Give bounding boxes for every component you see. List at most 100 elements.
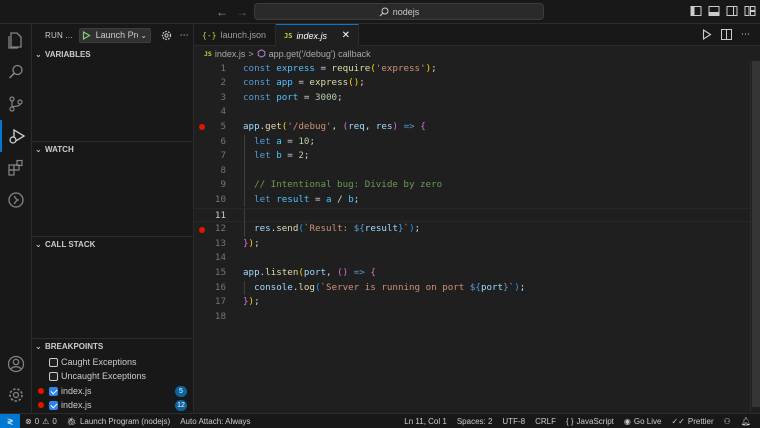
source-control-icon[interactable] [0, 88, 32, 120]
call-stack-section-header[interactable]: ⌄ CALL STACK [32, 236, 194, 252]
arrow-right-icon[interactable]: → [235, 5, 249, 19]
variables-section-header[interactable]: ⌄ VARIABLES [32, 46, 194, 62]
remote-icon[interactable] [0, 184, 32, 216]
breadcrumb-file[interactable]: index.js [215, 49, 246, 59]
remote-indicator-icon[interactable]: ≷ [0, 413, 20, 428]
breakpoint-dot-icon[interactable] [199, 226, 205, 233]
arrow-left-icon[interactable]: ← [215, 5, 229, 19]
cursor-position[interactable]: Ln 11, Col 1 [399, 417, 452, 426]
search-icon[interactable] [0, 56, 32, 88]
code-line[interactable]: 10 let result = a / b; [194, 192, 760, 208]
toggle-panel-icon[interactable] [708, 5, 720, 17]
prettier-label: Prettier [687, 417, 714, 426]
tab-index-js[interactable]: JS index.js ✕ [276, 24, 359, 46]
code-line[interactable]: 15 app.listen(port, () => { [194, 266, 760, 281]
settings-gear-icon[interactable] [0, 379, 32, 411]
problems-indicator[interactable]: ⊗ 0 ⚠ 0 [20, 417, 62, 426]
notifications-bell-icon[interactable]: 🔔︎ [736, 417, 756, 426]
breakpoint-item[interactable]: index.js 12 [32, 398, 194, 412]
extensions-icon[interactable] [0, 152, 32, 184]
indentation[interactable]: Spaces: 2 [452, 417, 498, 426]
code-line[interactable]: 6 let a = 10; [194, 134, 760, 150]
code-line[interactable]: 3 const port = 3000; [194, 91, 760, 106]
breakpoint-item[interactable]: Caught Exceptions [32, 355, 194, 369]
code-line[interactable]: 17}); [194, 295, 760, 310]
code-line[interactable]: 8 [194, 163, 760, 179]
command-center-search[interactable]: nodejs [254, 3, 544, 20]
code-line[interactable]: 7 let b = 2; [194, 149, 760, 164]
breakpoint-item[interactable]: index.js 5 [32, 384, 194, 398]
code-line[interactable]: 2 const app = express(); [194, 76, 760, 91]
layout-controls [690, 5, 756, 17]
json-file-icon: {-} [202, 30, 217, 40]
checkbox[interactable] [49, 400, 58, 410]
checkbox[interactable] [49, 357, 58, 367]
explorer-icon[interactable] [0, 24, 32, 56]
breakpoint-item[interactable]: Uncaught Exceptions [32, 369, 194, 383]
launch-config-select[interactable]: Launch Program ⌄ [78, 27, 151, 43]
split-editor-icon[interactable] [721, 29, 732, 40]
code-line[interactable]: 13}); [194, 237, 760, 252]
code-token: get [265, 120, 282, 132]
code-line[interactable]: 5 app.get('/debug', (req, res) => { [194, 120, 760, 135]
code-token: require [331, 62, 371, 74]
close-icon[interactable]: ✕ [342, 30, 350, 41]
search-icon [379, 7, 389, 16]
start-debugging-icon[interactable] [80, 30, 94, 40]
toggle-primary-sidebar-icon[interactable] [690, 5, 702, 17]
run-debug-icon[interactable] [0, 120, 32, 152]
breakpoints-title: BREAKPOINTS [45, 342, 104, 351]
run-file-icon[interactable] [702, 29, 712, 40]
encoding-label: UTF-8 [502, 417, 526, 426]
toggle-secondary-sidebar-icon[interactable] [726, 5, 738, 17]
breakpoints-section-header[interactable]: ⌄ BREAKPOINTS [32, 338, 194, 354]
code-token: = [281, 135, 299, 147]
code-editor[interactable]: 1 const express = require('express'); 2 con… [194, 61, 760, 413]
code-line[interactable]: 11 [194, 207, 760, 224]
customize-layout-icon[interactable] [744, 5, 756, 17]
code-token: res [254, 223, 271, 235]
code-line[interactable]: 9 // Intentional bug: Divide by zero [194, 178, 760, 193]
encoding[interactable]: UTF-8 [497, 417, 530, 426]
account-icon[interactable] [0, 348, 32, 380]
go-live-button[interactable]: ◉ Go Live [619, 417, 667, 426]
breadcrumb-symbol[interactable]: app.get('/debug') callback [269, 49, 371, 59]
more-actions-icon[interactable]: ⋯ [180, 30, 189, 41]
code-line[interactable]: 12 res.send(`Result: ${result}`); [194, 222, 760, 237]
code-token: const [243, 77, 277, 89]
auto-attach-status[interactable]: Auto Attach: Always [175, 417, 255, 426]
launch-config-label: Launch Program [95, 30, 138, 40]
code-text: }); [243, 295, 260, 310]
copilot-icon[interactable]: ⚇ [719, 417, 736, 426]
code-line[interactable]: 1 const express = require('express'); [194, 62, 760, 77]
editor-scrollbar[interactable] [750, 61, 760, 413]
end-of-line[interactable]: CRLF [530, 417, 561, 426]
code-line[interactable]: 18 [194, 310, 760, 325]
tab-label: launch.json [220, 30, 266, 40]
code-token: = [281, 150, 299, 162]
code-token: , [364, 120, 376, 132]
breadcrumb: JS index.js > app.get('/debug') callback [194, 46, 760, 61]
code-line[interactable]: 4 [194, 105, 760, 120]
checkbox[interactable] [49, 386, 58, 396]
language-mode[interactable]: { } JavaScript [561, 417, 619, 426]
indent-guide [244, 208, 245, 224]
code-line[interactable]: 14 [194, 251, 760, 266]
tab-launch-json[interactable]: {-} launch.json [194, 24, 276, 46]
checkbox[interactable] [49, 371, 58, 381]
scrollbar-thumb[interactable] [752, 61, 760, 407]
code-token: ; [431, 62, 437, 74]
code-line[interactable]: 16 console.log(`Server is running on por… [194, 280, 760, 296]
open-launch-json-gear-icon[interactable] [161, 30, 172, 41]
prettier-status[interactable]: ✓✓ Prettier [666, 417, 718, 426]
code-token: const [243, 62, 277, 74]
more-actions-icon[interactable]: ⋯ [741, 29, 750, 40]
watch-section-header[interactable]: ⌄ WATCH [32, 141, 194, 157]
breakpoint-dot-icon[interactable] [199, 124, 205, 131]
debug-launch-status[interactable]: 🐞︎ Launch Program (nodejs) [62, 417, 175, 426]
line-number: 4 [220, 106, 226, 118]
code-text: let result = a / b; [243, 193, 359, 208]
